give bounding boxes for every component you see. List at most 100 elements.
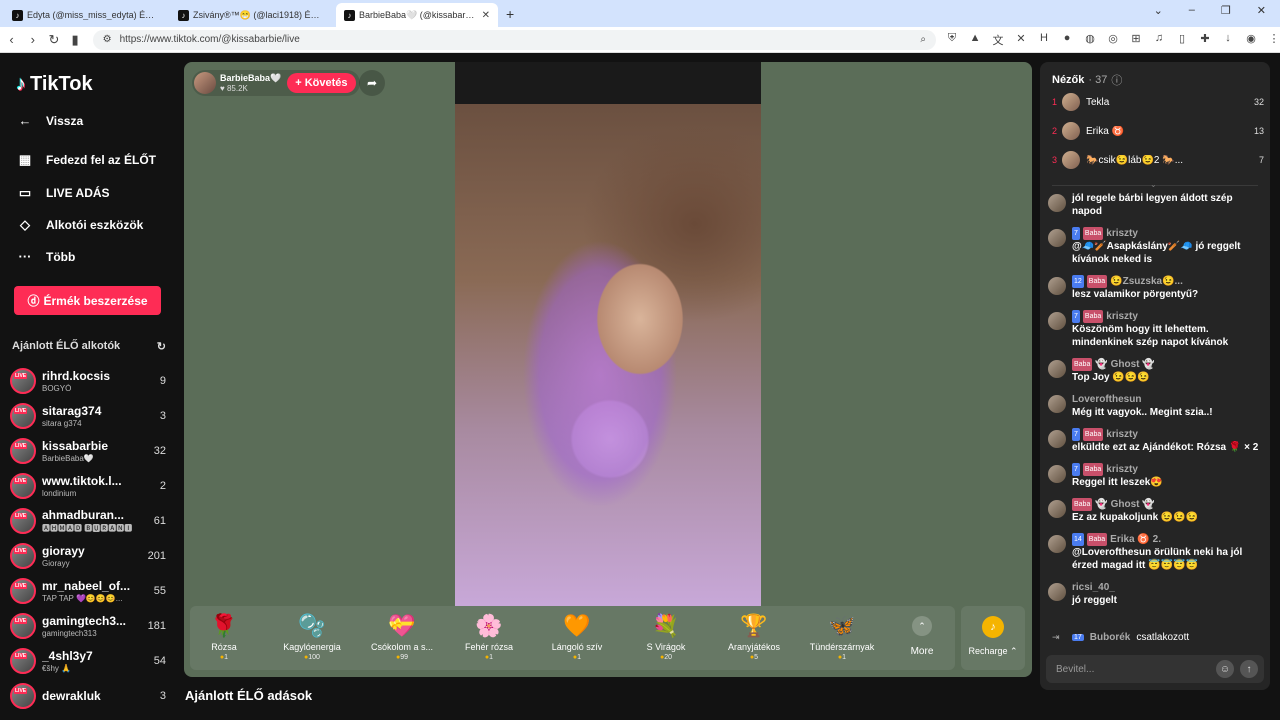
nav-creator-tools[interactable]: ◇ Alkotói eszközök: [16, 217, 143, 233]
recommended-creator[interactable]: LIVE giorayy Giorayy 201: [10, 539, 166, 573]
chat-username[interactable]: 👻 Ghost 👻: [1095, 498, 1154, 511]
send-icon[interactable]: ↑: [1240, 660, 1258, 678]
avatar[interactable]: [1048, 500, 1066, 518]
extension-icon[interactable]: ✕: [1015, 32, 1027, 48]
creator-name: mr_nabeel_of...: [42, 579, 131, 593]
recommended-creator[interactable]: LIVE _4shl3y7 €šhy 🙏 54: [10, 644, 166, 678]
nav-more[interactable]: ··· Több: [16, 249, 76, 264]
chat-username[interactable]: kriszty: [1106, 463, 1138, 476]
chat-input[interactable]: [1056, 663, 1210, 675]
follow-button[interactable]: + Követés: [287, 73, 356, 93]
top-viewer-row[interactable]: 2 Erika ♉ 13: [1052, 120, 1264, 142]
chat-username[interactable]: ricsi_40_: [1072, 581, 1115, 594]
avatar[interactable]: [1048, 360, 1066, 378]
top-viewer-row[interactable]: 3 🐎csik😉láb😉2 🐎... 7: [1052, 149, 1264, 171]
recommended-creator[interactable]: LIVE gamingtech3... gamingtech313 181: [10, 609, 166, 643]
menu-icon[interactable]: ⋮: [1268, 32, 1280, 48]
chat-username[interactable]: kriszty: [1106, 227, 1138, 240]
browser-tab[interactable]: ♪ Edyta (@miss_miss_edyta) ÉLŐ a...: [4, 3, 166, 27]
nav-explore-live[interactable]: ▦ Fedezd fel az ÉLŐT: [16, 152, 156, 168]
recommended-creator[interactable]: LIVE mr_nabeel_of... TAP TAP 💜😊😊😊... 55: [10, 574, 166, 608]
recommended-creator[interactable]: LIVE kissabarbie BarbieBaba🤍 32: [10, 434, 166, 468]
download-icon[interactable]: ↓: [1222, 32, 1234, 48]
avatar[interactable]: [1048, 395, 1066, 413]
chat-messages[interactable]: jól regele bárbi legyen áldott szép napo…: [1048, 192, 1264, 644]
streamer-info[interactable]: BarbieBaba🤍 ♥ 85.2K + Követés: [192, 70, 360, 96]
zoom-icon[interactable]: ⌕: [920, 34, 926, 45]
close-tab-icon[interactable]: ✕: [482, 10, 490, 21]
gift-price-value: 5: [754, 654, 759, 661]
chat-username[interactable]: kriszty: [1106, 428, 1138, 441]
close-window-icon[interactable]: ✕: [1257, 4, 1266, 17]
avatar[interactable]: [1048, 583, 1066, 601]
url-text: https://www.tiktok.com/@kissabarbie/live: [119, 34, 300, 45]
nav-back[interactable]: ← Vissza: [16, 113, 84, 128]
minimize-icon[interactable]: –: [1189, 4, 1195, 17]
new-tab-button[interactable]: +: [506, 6, 514, 22]
gift-item[interactable]: 🧡 Lángoló szív ●1: [537, 612, 617, 661]
chat-username[interactable]: 👻 Ghost 👻: [1095, 358, 1154, 371]
reload-icon[interactable]: ↻: [44, 32, 63, 48]
nav-go-live[interactable]: ▭ LIVE ADÁS: [16, 185, 110, 201]
recommended-creator[interactable]: LIVE www.tiktok.l... londinium 2: [10, 469, 166, 503]
avatar[interactable]: [1048, 312, 1066, 330]
gift-item[interactable]: 🦋 Tündérszárnyak ●1: [802, 612, 882, 661]
chat-username[interactable]: Erika ♉ 2.: [1110, 533, 1161, 546]
extension-icon[interactable]: ◍: [1084, 32, 1096, 48]
join-user[interactable]: Buborék: [1090, 632, 1131, 643]
avatar[interactable]: [1048, 465, 1066, 483]
music-icon[interactable]: ♫: [1153, 32, 1165, 48]
gift-item[interactable]: 🌹 Rózsa ●1: [184, 612, 264, 661]
chat-username[interactable]: kriszty: [1106, 310, 1138, 323]
more-gifts-button[interactable]: ⌃ More: [902, 612, 942, 657]
recommended-creator[interactable]: LIVE sitarag374 sitara g374 3: [10, 399, 166, 433]
emoji-icon[interactable]: ☺: [1216, 660, 1234, 678]
chevron-down-icon[interactable]: ⌄: [1150, 180, 1157, 189]
gift-item[interactable]: 🌸 Fehér rózsa ●1: [449, 612, 529, 661]
avatar[interactable]: [1048, 535, 1066, 553]
recommended-creator[interactable]: LIVE dewrakluk 3: [10, 679, 166, 713]
share-icon[interactable]: ➦: [359, 70, 385, 96]
restore-icon[interactable]: ❐: [1221, 4, 1231, 17]
refresh-icon[interactable]: ↻: [157, 340, 166, 353]
url-field[interactable]: ⚙ https://www.tiktok.com/@kissabarbie/li…: [92, 29, 937, 50]
extension-icon[interactable]: ●: [1061, 32, 1073, 48]
chat-username[interactable]: 😉Zsuzska😉...: [1110, 275, 1183, 288]
gift-item[interactable]: 💝 Csókolom a s... ●99: [362, 612, 442, 661]
site-info-icon[interactable]: ⚙: [103, 34, 112, 45]
avatar[interactable]: [1048, 194, 1066, 212]
chevron-down-icon[interactable]: ⌄: [1154, 4, 1163, 17]
back-icon[interactable]: ‹: [2, 32, 21, 47]
help-icon[interactable]: ⓘ: [1111, 72, 1122, 88]
live-video[interactable]: [455, 62, 761, 606]
recommended-creator[interactable]: LIVE rihrd.kocsis BOGYÓ 9: [10, 364, 166, 398]
extension-icon[interactable]: ◎: [1107, 32, 1119, 48]
forward-icon[interactable]: ›: [23, 32, 42, 47]
gift-item[interactable]: 🫧 Kagylóenergia ●100: [272, 612, 352, 661]
extension-icon[interactable]: ⊞: [1130, 32, 1142, 48]
gift-item[interactable]: 🏆 Aranyjátékos ●5: [714, 612, 794, 661]
tiktok-logo[interactable]: ♪ TikTok: [16, 73, 93, 96]
get-coins-button[interactable]: ⓓ Érmék beszerzése: [14, 286, 161, 315]
recommended-creator[interactable]: LIVE ahmadburan... 🅰🅷🅼🅰🅳 🅱🆄🆁🅰🅽🅸 61: [10, 504, 166, 538]
shield-icon[interactable]: ⛨: [946, 32, 958, 48]
avatar[interactable]: [1048, 229, 1066, 247]
browser-tab[interactable]: ♪ Zsivány®™😁 (@laci1918) ÉLŐ a...: [170, 3, 332, 27]
avatar[interactable]: [1048, 430, 1066, 448]
recharge-button[interactable]: ♪ Recharge ⌃: [961, 606, 1025, 670]
profile-icon[interactable]: ◉: [1245, 32, 1257, 48]
gift-price: ●1: [537, 654, 617, 661]
arrow-left-icon: ←: [18, 113, 32, 128]
extension-icon[interactable]: H: [1038, 32, 1050, 48]
puzzle-icon[interactable]: ✚: [1199, 32, 1211, 48]
triangle-icon[interactable]: ▲: [969, 32, 981, 48]
top-viewer-row[interactable]: 1 Tekla 32: [1052, 91, 1264, 113]
translate-icon[interactable]: 文: [992, 32, 1004, 48]
gift-item[interactable]: 💐 S Virágok ●20: [626, 612, 706, 661]
chat-username[interactable]: Loverofthesun: [1072, 393, 1141, 406]
avatar[interactable]: [1048, 277, 1066, 295]
bookmark-icon[interactable]: ▮: [65, 32, 84, 48]
browser-tab-active[interactable]: ♪ BarbieBaba🤍 (@kissabarbie)... ✕: [336, 3, 498, 27]
sidebar-icon[interactable]: ▯: [1176, 32, 1188, 48]
avatar[interactable]: [194, 72, 216, 94]
